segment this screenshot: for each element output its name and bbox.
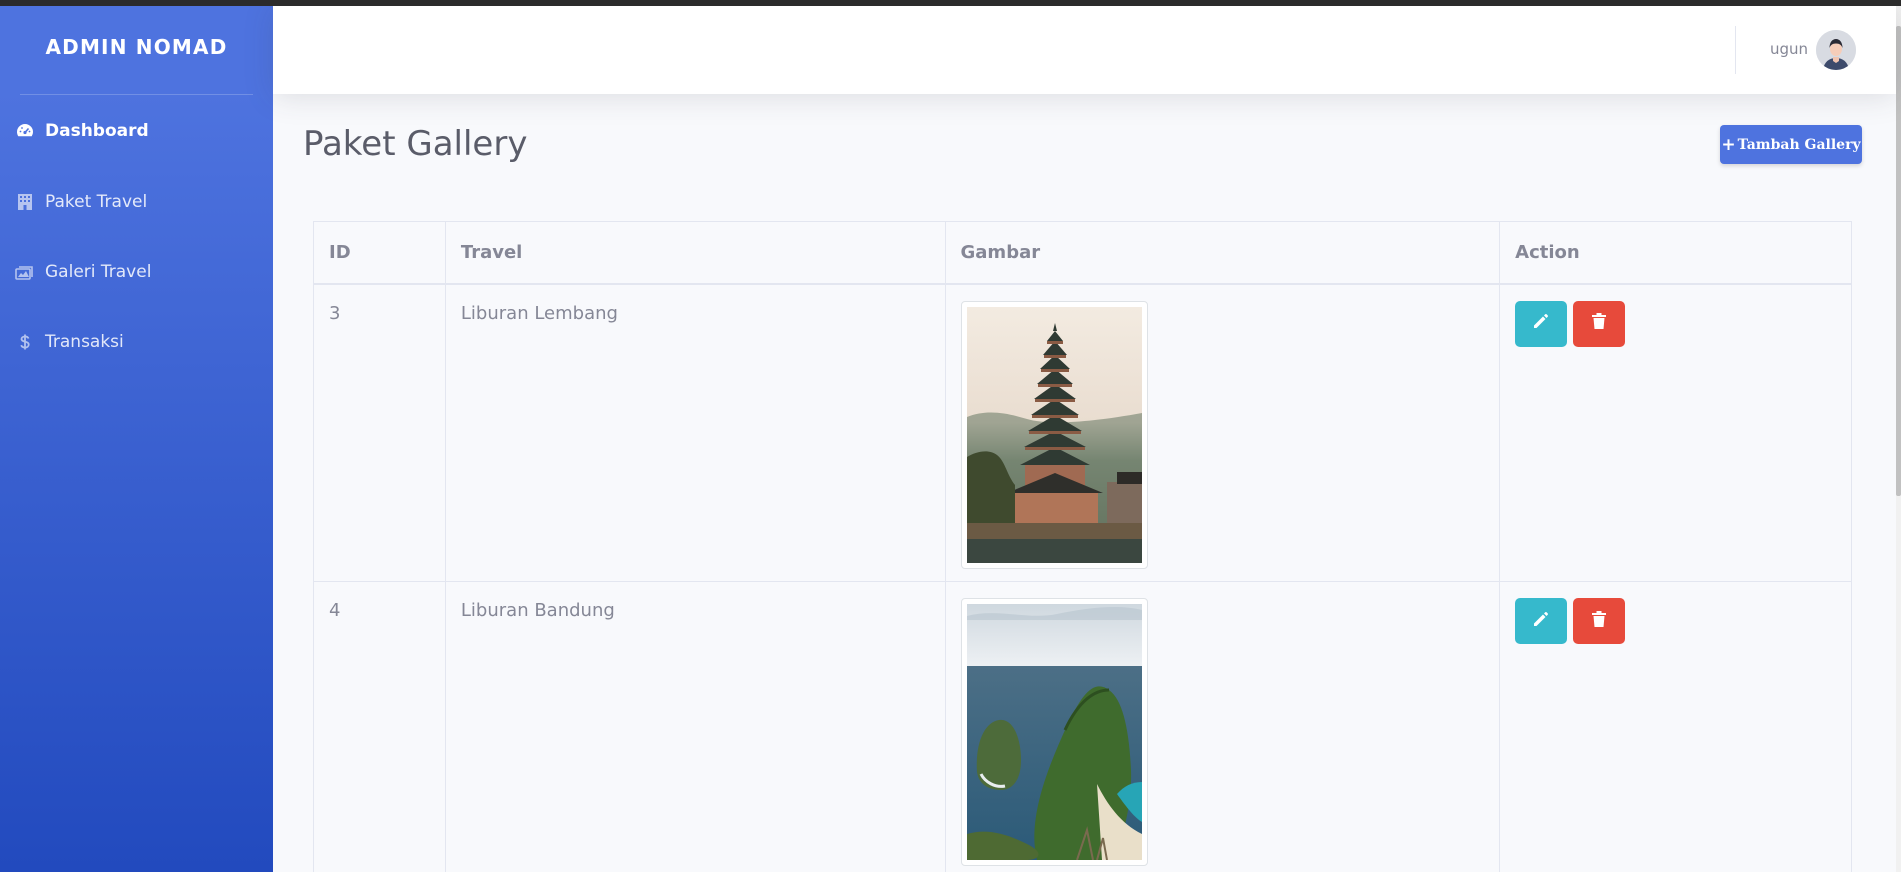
sidebar: ADMIN NOMAD Dashboard Paket Travel Galer… <box>0 6 273 872</box>
add-gallery-button[interactable]: + Tambah Gallery <box>1720 125 1862 164</box>
gallery-table: ID Travel Gambar Action 3 Liburan Lemban… <box>313 221 1852 872</box>
sidebar-item-transaksi[interactable]: Transaksi <box>0 307 273 377</box>
pencil-icon <box>1532 610 1550 633</box>
sidebar-item-galeri-travel[interactable]: Galeri Travel <box>0 237 273 307</box>
plus-icon: + <box>1721 134 1736 155</box>
tachometer-icon <box>15 121 35 141</box>
table-row: 4 Liburan Bandung <box>313 581 1852 872</box>
column-header-id[interactable]: ID <box>313 221 446 285</box>
column-header-action[interactable]: Action <box>1499 221 1852 285</box>
delete-button[interactable] <box>1573 598 1626 644</box>
sidebar-item-label: Galeri Travel <box>45 262 152 282</box>
sea-cliff-photo <box>966 604 1142 860</box>
cell-action <box>1499 283 1852 582</box>
cell-id: 3 <box>313 283 446 582</box>
pencil-icon <box>1532 312 1550 335</box>
column-header-gambar[interactable]: Gambar <box>944 221 1501 285</box>
column-header-travel[interactable]: Travel <box>444 221 946 285</box>
pagoda-temple-photo <box>966 306 1142 563</box>
topbar: ugun <box>273 6 1896 94</box>
topbar-divider <box>1735 26 1736 74</box>
cell-action <box>1499 581 1852 872</box>
sidebar-item-label: Paket Travel <box>45 192 148 212</box>
trash-icon <box>1591 312 1607 335</box>
add-gallery-label: Tambah Gallery <box>1737 136 1861 153</box>
sidebar-item-label: Dashboard <box>45 121 149 141</box>
cell-travel: Liburan Bandung <box>444 581 946 872</box>
sidebar-item-label: Transaksi <box>45 332 124 352</box>
delete-button[interactable] <box>1573 300 1626 347</box>
user-name[interactable]: ugun <box>1770 40 1808 58</box>
building-icon <box>15 192 35 212</box>
sidebar-item-dashboard[interactable]: Dashboard <box>0 95 273 167</box>
trash-icon <box>1591 610 1607 633</box>
sidebar-brand[interactable]: ADMIN NOMAD <box>0 6 273 88</box>
table-header-row: ID Travel Gambar Action <box>313 221 1852 285</box>
main-content: Paket Gallery + Tambah Gallery ID Travel… <box>273 94 1896 872</box>
vertical-scrollbar[interactable] <box>1896 6 1901 872</box>
gallery-thumbnail[interactable] <box>960 598 1148 866</box>
cell-travel: Liburan Lembang <box>444 283 946 582</box>
images-icon <box>15 262 35 282</box>
scrollbar-thumb[interactable] <box>1896 26 1901 496</box>
cell-id: 4 <box>313 581 446 872</box>
sidebar-item-paket-travel[interactable]: Paket Travel <box>0 167 273 237</box>
page-title: Paket Gallery <box>303 124 528 164</box>
gallery-thumbnail[interactable] <box>960 300 1148 569</box>
gallery-table-wrapper: ID Travel Gambar Action 3 Liburan Lemban… <box>313 221 1852 872</box>
edit-button[interactable] <box>1515 598 1568 644</box>
cell-gambar <box>944 581 1501 872</box>
edit-button[interactable] <box>1515 300 1568 347</box>
browser-top-strip <box>0 0 1901 6</box>
table-row: 3 Liburan Lembang <box>313 283 1852 582</box>
user-avatar[interactable] <box>1816 30 1856 70</box>
dollar-icon <box>15 332 35 352</box>
cell-gambar <box>944 283 1501 582</box>
